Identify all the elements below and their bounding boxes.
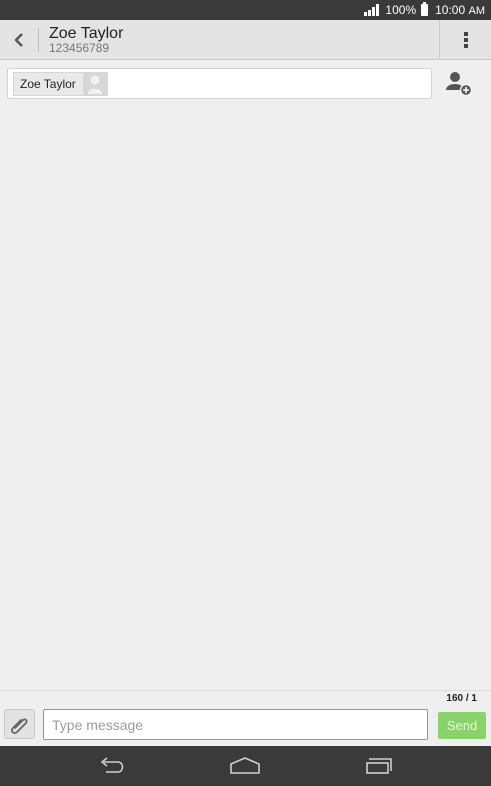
composer-divider (0, 690, 491, 691)
status-bar: 100% 10:00 AM (0, 0, 491, 20)
contact-name: Zoe Taylor (49, 24, 124, 42)
contact-placeholder-icon (87, 75, 102, 94)
messaging-screen: 100% 10:00 AM Zoe Taylor 123456789 Zoe T… (0, 0, 491, 786)
avatar (82, 73, 107, 95)
conversation-header: Zoe Taylor 123456789 (49, 25, 439, 55)
overflow-menu-icon (463, 31, 468, 48)
paperclip-icon (10, 718, 28, 734)
action-bar: Zoe Taylor 123456789 (0, 19, 491, 60)
back-arrow-icon (14, 32, 23, 47)
recipient-field[interactable]: Zoe Taylor (7, 68, 432, 99)
clock: 10:00 AM (435, 3, 485, 17)
battery-percentage: 100% (385, 3, 417, 17)
recipient-chip[interactable]: Zoe Taylor (13, 72, 108, 96)
add-contact-icon (446, 72, 473, 97)
header-divider (38, 27, 39, 52)
nav-back-icon (100, 757, 124, 773)
message-input[interactable] (43, 709, 428, 740)
overflow-menu-button[interactable] (439, 19, 491, 60)
nav-home-button[interactable] (215, 746, 275, 786)
recipient-chip-label: Zoe Taylor (20, 77, 76, 91)
battery-icon (421, 2, 429, 16)
signal-icon (364, 4, 380, 16)
clock-time: 10:00 (435, 3, 466, 17)
nav-recents-icon (366, 758, 392, 774)
nav-back-button[interactable] (83, 746, 143, 786)
nav-recents-button[interactable] (349, 746, 409, 786)
contact-number: 123456789 (49, 40, 110, 55)
character-counter: 160 / 1 (446, 693, 477, 704)
back-button[interactable] (0, 20, 38, 60)
clock-ampm: AM (468, 5, 486, 17)
add-contact-button[interactable] (444, 70, 474, 98)
send-button[interactable]: Send (438, 712, 486, 739)
navigation-bar (0, 746, 491, 786)
nav-home-icon (230, 757, 260, 774)
attach-button[interactable] (4, 709, 35, 739)
